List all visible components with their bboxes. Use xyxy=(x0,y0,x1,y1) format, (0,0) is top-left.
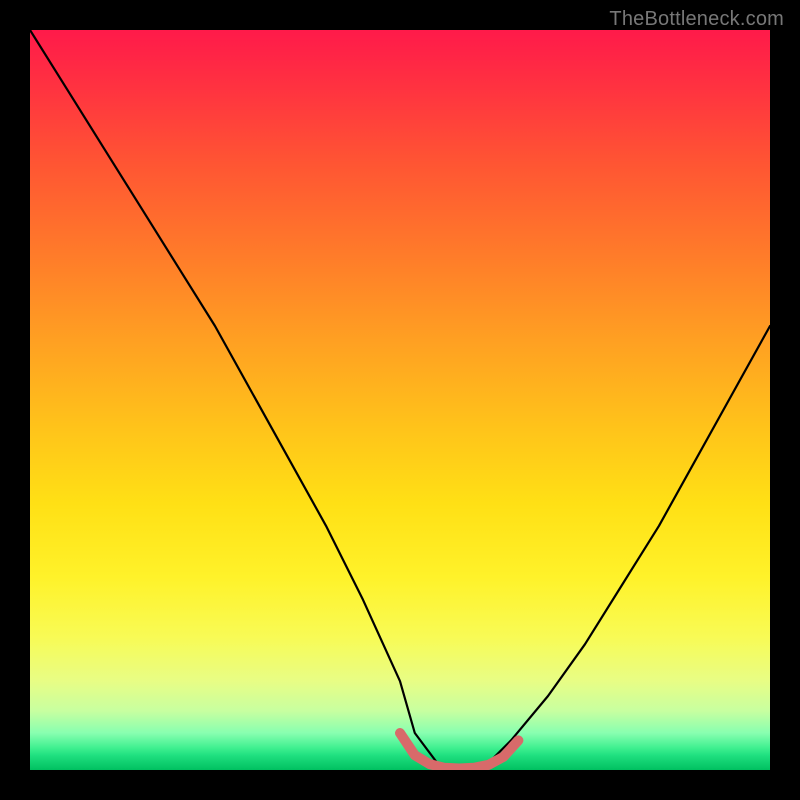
watermark-text: TheBottleneck.com xyxy=(609,8,784,31)
series-bottleneck-curve xyxy=(30,30,770,770)
chart-frame: TheBottleneck.com xyxy=(0,0,800,800)
curve-layer xyxy=(30,30,770,770)
plot-area xyxy=(30,30,770,770)
curve-group xyxy=(30,30,770,770)
